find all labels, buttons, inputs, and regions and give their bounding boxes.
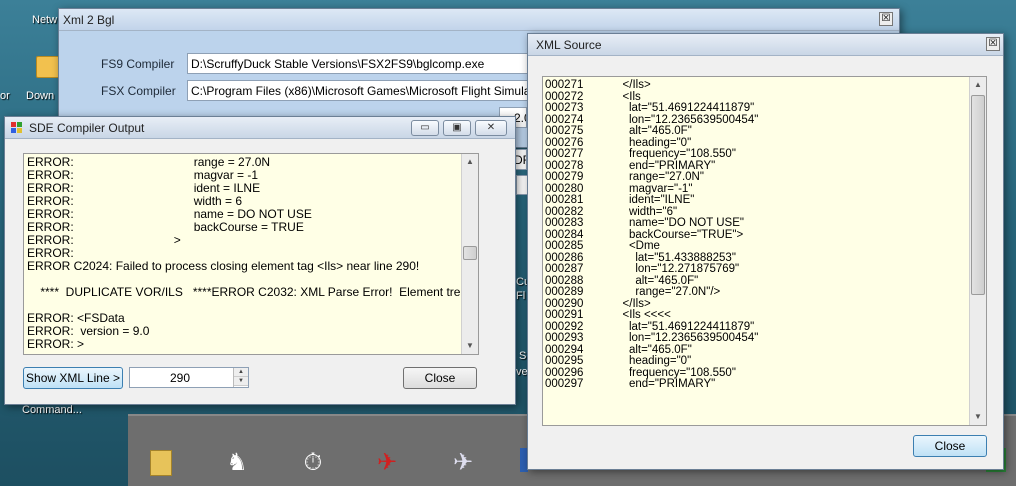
- xml-source-text[interactable]: 000271 </Ils> 000272 <Ils 000273 lat="51.4…: [542, 76, 987, 426]
- close-icon[interactable]: ☒: [879, 12, 893, 26]
- stepper-down-icon[interactable]: ▼: [234, 377, 248, 386]
- line-code: <Ils <<<<: [597, 309, 671, 321]
- desktop-icon-network-label[interactable]: Netw: [32, 14, 57, 26]
- line-code: ident="ILNE": [597, 194, 695, 206]
- scroll-thumb[interactable]: [971, 95, 985, 295]
- scroll-up-icon[interactable]: ▲: [462, 154, 478, 170]
- line-number: 000271: [545, 79, 584, 91]
- close-icon[interactable]: ☒: [986, 37, 1000, 51]
- close-icon[interactable]: ✕: [475, 120, 507, 136]
- scroll-down-icon[interactable]: ▼: [462, 338, 478, 354]
- line-code: alt="465.0F": [597, 274, 699, 287]
- line-number: 000275: [545, 125, 584, 137]
- output-line: **** DUPLICATE VOR/ILS ****ERROR C2032: …: [27, 285, 479, 299]
- compiler-output-window: SDE Compiler Output ▭ ▣ ✕ ERROR: range =…: [4, 116, 516, 405]
- line-number: 000293: [545, 332, 584, 344]
- fs9-compiler-label: FS9 Compiler: [101, 57, 175, 71]
- desktop-icon-command-label[interactable]: Command...: [22, 404, 82, 416]
- line-code: heading="0": [597, 355, 692, 367]
- desktop-icon-downloads-label[interactable]: Down: [26, 90, 54, 102]
- compiler-output-text[interactable]: ERROR: range = 27.0N ERROR: magvar = -1 ER…: [23, 153, 479, 355]
- fsx-compiler-label: FSX Compiler: [101, 84, 176, 98]
- line-number: 000289: [545, 286, 584, 298]
- scroll-thumb[interactable]: [463, 246, 477, 260]
- line-code: lon="12.271875769": [597, 263, 740, 275]
- output-line: ERROR C2024: Failed to process closing e…: [27, 259, 420, 273]
- line-number: 000273: [545, 102, 584, 114]
- line-code: alt="465.0F": [597, 125, 692, 137]
- line-number: 000285: [545, 240, 584, 252]
- show-xml-line-button[interactable]: Show XML Line >: [23, 367, 123, 389]
- desktop-partial-label-s: S: [519, 350, 527, 362]
- xml-source-window: XML Source ☒ 000271 </Ils> 000272 <Ils 000…: [527, 33, 1004, 470]
- line-number: 000281: [545, 194, 584, 206]
- line-code: </Ils>: [597, 79, 651, 91]
- xml2bgl-titlebar[interactable]: Xml 2 Bgl ☒: [59, 9, 899, 31]
- line-code: width="6": [597, 205, 678, 218]
- compiler-title: SDE Compiler Output: [29, 121, 145, 135]
- chess-knight-icon[interactable]: ♞: [222, 448, 252, 478]
- line-code: frequency="108.550": [597, 148, 736, 160]
- output-scrollbar[interactable]: ▲ ▼: [461, 154, 478, 354]
- line-code: alt="465.0F": [597, 343, 692, 356]
- line-number-stepper[interactable]: ▲ ▼: [129, 367, 249, 388]
- stopwatch-icon[interactable]: ⏱: [298, 448, 328, 478]
- xml-source-title: XML Source: [536, 38, 602, 52]
- stepper-up-icon[interactable]: ▲: [234, 368, 248, 377]
- line-code: lat="51.433888253": [597, 251, 736, 264]
- line-number: 000277: [545, 148, 584, 160]
- line-code: end="PRIMARY": [597, 378, 716, 390]
- stepper-buttons[interactable]: ▲ ▼: [233, 368, 248, 387]
- minimize-icon[interactable]: ▭: [411, 120, 439, 136]
- scroll-up-icon[interactable]: ▲: [970, 77, 986, 93]
- desktop-icon-partial-label[interactable]: or: [0, 90, 10, 102]
- line-code: name="DO NOT USE": [597, 217, 744, 229]
- line-number-input[interactable]: [130, 368, 230, 387]
- line-code: <Ils: [597, 90, 641, 103]
- close-button[interactable]: Close: [403, 367, 477, 389]
- output-line: ERROR: >: [27, 337, 85, 351]
- line-code: end="PRIMARY": [597, 159, 716, 172]
- fsx-compiler-path-field[interactable]: C:\Program Files (x86)\Microsoft Games\M…: [187, 80, 567, 101]
- compiler-titlebar[interactable]: SDE Compiler Output ▭ ▣ ✕: [5, 117, 515, 139]
- line-code: lat="51.4691224411879": [597, 102, 755, 114]
- line-code: lon="12.2365639500454": [597, 113, 759, 126]
- xml-source-titlebar[interactable]: XML Source ☒: [528, 34, 1003, 56]
- xml2bgl-title: Xml 2 Bgl: [63, 13, 115, 27]
- app-icon: [11, 122, 23, 133]
- desktop-partial-label-ve: ve: [516, 366, 528, 378]
- line-code: </Ils>: [597, 297, 651, 310]
- desktop-partial-label-fl: Fl: [516, 290, 526, 302]
- line-code: frequency="108.550": [597, 366, 736, 379]
- source-line: 000297 end="PRIMARY": [545, 378, 716, 391]
- line-code: lon="12.2365639500454": [597, 332, 759, 344]
- maximize-icon[interactable]: ▣: [443, 120, 471, 136]
- biplane-icon[interactable]: ✈: [372, 448, 402, 478]
- line-code: lat="51.4691224411879": [597, 320, 755, 333]
- close-button[interactable]: Close: [913, 435, 987, 457]
- line-code: range="27.0N"/>: [597, 286, 721, 298]
- fs9-compiler-path-field[interactable]: D:\ScruffyDuck Stable Versions\FSX2FS9\b…: [187, 53, 567, 74]
- line-number: 000283: [545, 217, 584, 229]
- line-number: 000287: [545, 263, 584, 275]
- line-code: range="27.0N": [597, 171, 704, 183]
- line-number: 000279: [545, 171, 584, 183]
- folder-icon[interactable]: [146, 448, 176, 478]
- line-code: magvar="-1": [597, 182, 693, 195]
- line-code: <Dme: [597, 240, 660, 252]
- source-scrollbar[interactable]: ▲ ▼: [969, 77, 986, 425]
- line-code: backCourse="TRUE">: [597, 228, 744, 241]
- line-number: 000291: [545, 309, 584, 321]
- line-number: 000297: [545, 378, 584, 390]
- line-code: heading="0": [597, 136, 692, 149]
- jet-plane-icon[interactable]: ✈: [448, 448, 478, 478]
- line-number: 000295: [545, 355, 584, 367]
- scroll-down-icon[interactable]: ▼: [970, 409, 986, 425]
